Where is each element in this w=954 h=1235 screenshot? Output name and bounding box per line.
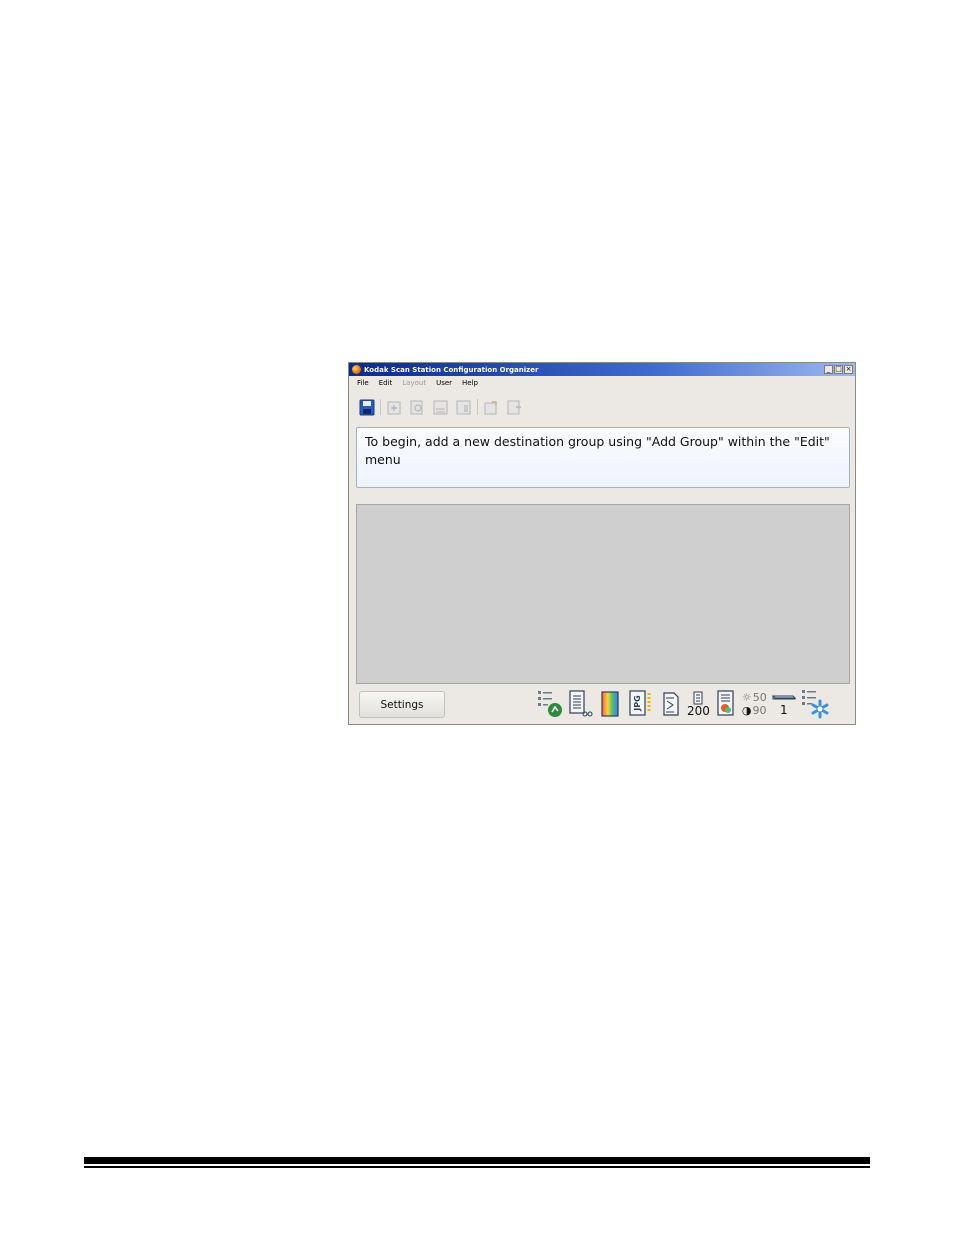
- window-controls: _ □ ×: [824, 365, 853, 374]
- page-count-value: 1: [779, 703, 788, 717]
- instruction-text: To begin, add a new destination group us…: [365, 434, 830, 467]
- toolbar-separator: [477, 399, 478, 415]
- color-mode-status[interactable]: [599, 689, 623, 719]
- toolbar-separator: [380, 399, 381, 415]
- jpg-file-icon: JPG: [629, 690, 651, 716]
- add-group-button[interactable]: [385, 398, 404, 417]
- kodak-app-icon: [352, 365, 361, 374]
- import-button[interactable]: [505, 398, 524, 417]
- title-bar[interactable]: Kodak Scan Station Configuration Organiz…: [349, 363, 855, 376]
- list-button[interactable]: [431, 398, 450, 417]
- toolbar: [357, 396, 524, 418]
- advanced-settings-icon: [801, 690, 829, 719]
- find-button[interactable]: [408, 398, 427, 417]
- resolution-icon: [693, 691, 703, 705]
- advanced-settings-status[interactable]: [801, 688, 831, 720]
- menu-edit[interactable]: Edit: [379, 379, 393, 387]
- compression-icon: [663, 692, 679, 716]
- image-adjust-status[interactable]: [714, 689, 738, 719]
- destination-groups-area[interactable]: [356, 504, 850, 684]
- menu-file[interactable]: File: [357, 379, 369, 387]
- delete-icon: [456, 400, 471, 414]
- compression-status[interactable]: [659, 689, 683, 719]
- export-button[interactable]: [482, 398, 501, 417]
- file-format-label: JPG: [633, 695, 642, 711]
- color-mode-icon: [601, 691, 619, 717]
- brightness-value: 50: [752, 691, 767, 704]
- instruction-panel: To begin, add a new destination group us…: [356, 427, 850, 488]
- save-icon: [359, 399, 374, 415]
- page-count-status[interactable]: 1: [771, 692, 797, 716]
- save-button[interactable]: [357, 398, 376, 417]
- footer-rule-thin: [84, 1166, 870, 1168]
- status-icon-bar: JPG 200 ☼ 50 ◑ 90 1: [537, 687, 831, 721]
- menu-user[interactable]: User: [436, 379, 452, 387]
- import-icon: [507, 400, 521, 414]
- contrast-value: 90: [752, 704, 767, 717]
- menu-layout[interactable]: Layout: [402, 379, 426, 387]
- minimize-button[interactable]: _: [824, 365, 833, 374]
- list-icon: [433, 400, 448, 414]
- menu-bar: File Edit Layout User Help: [357, 379, 478, 387]
- delete-button[interactable]: [454, 398, 473, 417]
- brightness-icon: ☼: [741, 691, 752, 704]
- brightness-contrast-status[interactable]: ☼ 50 ◑ 90: [742, 691, 767, 717]
- image-adjust-icon: [717, 690, 734, 716]
- find-icon: [410, 400, 423, 414]
- app-window: Kodak Scan Station Configuration Organiz…: [348, 362, 856, 725]
- maximize-button[interactable]: □: [834, 365, 843, 374]
- footer-rule: [84, 1157, 870, 1164]
- close-button[interactable]: ×: [844, 365, 853, 374]
- menu-help[interactable]: Help: [462, 379, 478, 387]
- contrast-icon: ◑: [741, 704, 752, 717]
- export-icon: [484, 400, 497, 414]
- window-title: Kodak Scan Station Configuration Organiz…: [364, 365, 539, 374]
- document-setting-status[interactable]: [567, 689, 595, 719]
- file-format-status[interactable]: JPG: [627, 689, 655, 719]
- resolution-status[interactable]: 200: [687, 691, 710, 717]
- scan-destination-status[interactable]: [537, 689, 563, 719]
- resolution-value: 200: [687, 704, 710, 718]
- add-group-icon: [387, 401, 401, 414]
- document-scan-icon: [569, 690, 593, 717]
- settings-button[interactable]: Settings: [359, 691, 445, 718]
- destination-list-icon: [538, 691, 562, 717]
